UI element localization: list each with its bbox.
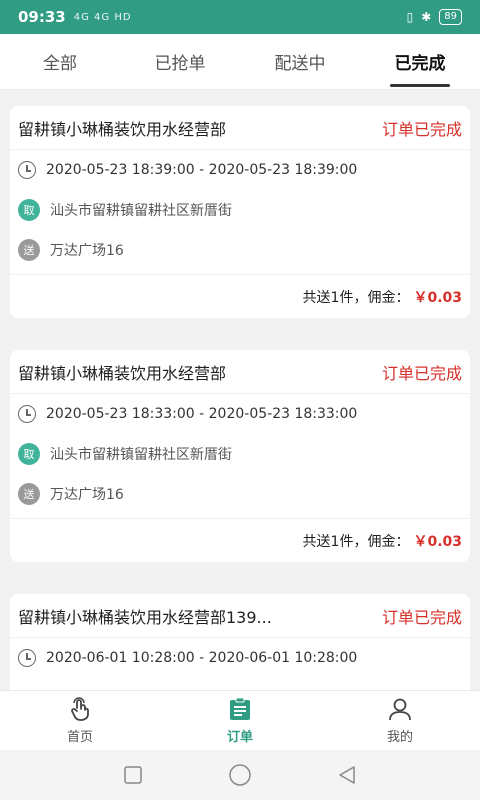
order-time: 2020-05-23 18:33:00 - 2020-05-23 18:33:0…	[46, 406, 358, 422]
order-tabs: 全部 已抢单 配送中 已完成	[0, 34, 480, 90]
tab-delivering[interactable]: 配送中	[240, 34, 360, 89]
dropoff-badge: 送	[18, 239, 40, 261]
triangle-back-icon	[338, 766, 355, 784]
nav-mine-label: 我的	[386, 730, 413, 745]
shop-name: 留耕镇小琳桶装饮用水经营部	[18, 363, 227, 383]
home-button[interactable]	[220, 755, 260, 795]
tab-grabbed[interactable]: 已抢单	[120, 34, 240, 89]
status-time: 09:33	[18, 8, 66, 26]
order-status: 订单已完成	[381, 363, 462, 383]
order-summary: 共送1件，佣金：	[302, 289, 410, 306]
bottom-nav: 首页 订单 我的	[0, 690, 480, 750]
back-button[interactable]	[327, 755, 367, 795]
vibrate-icon: ▯	[406, 10, 414, 24]
pickup-address: 汕头市留耕镇留耕社区新厝街	[50, 203, 232, 219]
dropoff-address: 万达广场16	[50, 243, 124, 259]
order-card[interactable]: 留耕镇小琳桶装饮用水经营部139... 订单已完成 2020-06-01 10:…	[10, 594, 470, 690]
nav-orders[interactable]: 订单	[160, 691, 320, 750]
clipboard-icon	[230, 697, 250, 720]
dropoff-address: 万达广场16	[50, 487, 124, 503]
nav-mine[interactable]: 我的	[320, 691, 480, 750]
circle-icon	[229, 764, 251, 786]
order-list[interactable]: 留耕镇小琳桶装饮用水经营部 订单已完成 2020-05-23 18:39:00 …	[0, 90, 480, 690]
tab-all[interactable]: 全部	[0, 34, 120, 89]
battery-icon: 89	[439, 9, 462, 25]
commission-amount: ￥0.03	[413, 533, 462, 550]
order-card[interactable]: 留耕镇小琳桶装饮用水经营部 订单已完成 2020-05-23 18:39:00 …	[10, 106, 470, 318]
clock-icon	[18, 649, 36, 667]
order-status: 订单已完成	[381, 607, 462, 627]
order-summary: 共送1件，佣金：	[302, 533, 410, 550]
pickup-address: 汕头市留耕镇留耕社区新厝街	[50, 447, 232, 463]
bluetooth-icon: ✱	[421, 10, 432, 24]
dropoff-badge: 送	[18, 483, 40, 505]
clock-icon	[18, 405, 36, 423]
shop-name: 留耕镇小琳桶装饮用水经营部139...	[18, 607, 272, 627]
system-nav-bar	[0, 750, 480, 800]
nav-home-label: 首页	[66, 730, 93, 745]
order-time: 2020-06-01 10:28:00 - 2020-06-01 10:28:0…	[46, 650, 358, 666]
pickup-badge: 取	[18, 199, 40, 221]
shop-name: 留耕镇小琳桶装饮用水经营部	[18, 119, 227, 139]
nav-orders-label: 订单	[226, 730, 253, 745]
status-bar: 09:33 4G 4G HD ▯ ✱ 89	[0, 0, 480, 34]
clock-icon	[18, 161, 36, 179]
recent-apps-button[interactable]	[113, 755, 153, 795]
person-icon	[389, 698, 411, 721]
square-icon	[124, 766, 143, 784]
network-indicator: 4G 4G HD	[73, 11, 132, 23]
tab-completed[interactable]: 已完成	[360, 34, 480, 89]
hand-touch-icon	[71, 697, 89, 721]
order-time: 2020-05-23 18:39:00 - 2020-05-23 18:39:0…	[46, 162, 358, 178]
nav-home[interactable]: 首页	[0, 691, 160, 750]
order-status: 订单已完成	[381, 119, 462, 139]
order-card[interactable]: 留耕镇小琳桶装饮用水经营部 订单已完成 2020-05-23 18:33:00 …	[10, 350, 470, 562]
pickup-badge: 取	[18, 443, 40, 465]
commission-amount: ￥0.03	[413, 289, 462, 306]
